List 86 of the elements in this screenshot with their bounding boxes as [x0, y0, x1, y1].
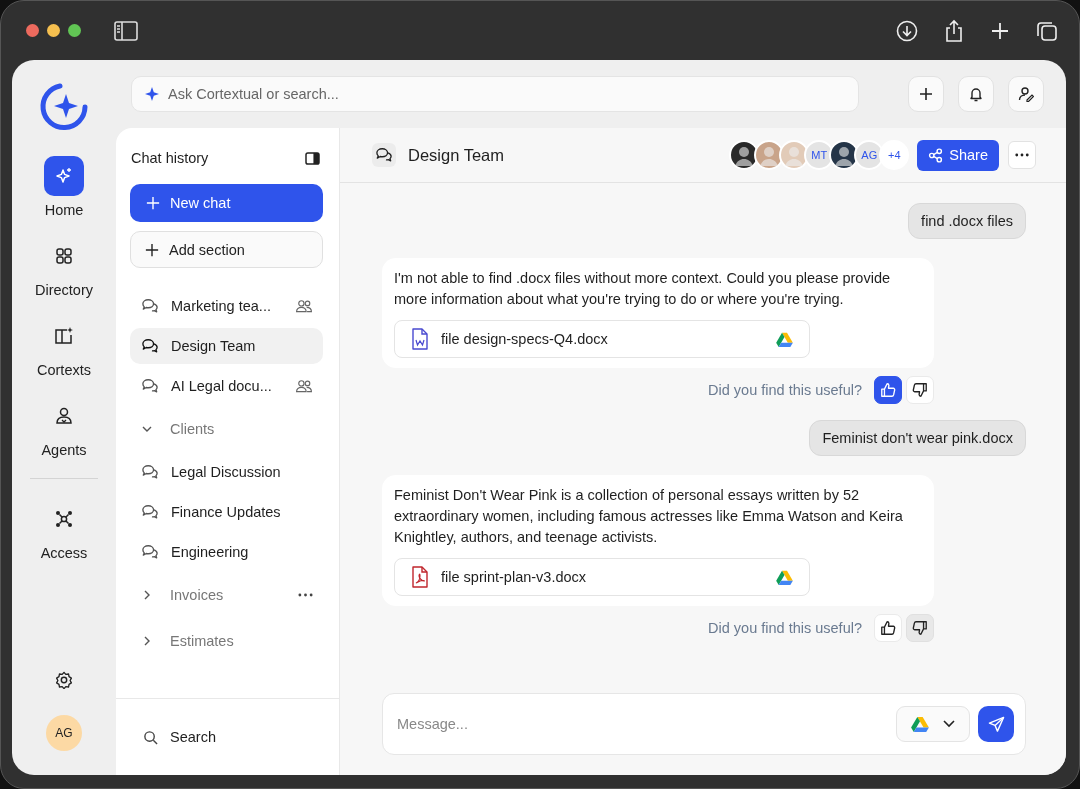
user-message: find .docx files — [908, 203, 1026, 239]
share-icon — [928, 147, 944, 163]
chat-bubbles-icon — [141, 338, 159, 354]
nav-item[interactable]: Access — [40, 499, 88, 561]
close-window-button[interactable] — [26, 24, 39, 37]
plus-icon — [918, 86, 934, 102]
collapse-panel-icon[interactable] — [305, 151, 320, 165]
chat-item[interactable]: Legal Discussion — [130, 454, 323, 490]
panel-title: Chat history — [131, 150, 209, 166]
chevron-down-icon — [943, 720, 955, 728]
chat-bubbles-icon — [141, 378, 159, 394]
chat-bubbles-icon — [141, 298, 159, 314]
assistant-message: Feminist Don't Wear Pink is a collection of personal essays written by 52 extraordinary women, including famous actresses like Emma Watson and Keira Knightley, authors, and teenage activists. — [394, 486, 904, 547]
conversation-title: Design Team — [408, 145, 504, 165]
network-icon — [54, 509, 74, 529]
people-icon — [295, 379, 313, 393]
more-button[interactable] — [1008, 141, 1036, 169]
drive-icon — [776, 569, 793, 585]
assistant-message: I'm not able to find .docx files without more context. Could you please provide more information about what you're trying to do or where you're trying. — [394, 269, 892, 309]
search-icon — [143, 729, 158, 745]
add-button[interactable] — [908, 76, 944, 112]
thumbs-down-button[interactable] — [906, 376, 934, 404]
person-icon — [54, 406, 74, 426]
feedback-prompt: Did you find this useful? — [708, 620, 862, 636]
share-button[interactable]: Share — [917, 139, 999, 171]
tabs-overview-icon[interactable] — [1036, 19, 1058, 42]
nav-item[interactable]: Directory — [35, 236, 93, 298]
source-dropdown[interactable] — [896, 706, 970, 742]
thumbs-down-icon — [912, 620, 928, 636]
file-attachment[interactable]: file design-specs-Q4.docx — [394, 320, 810, 358]
bell-icon — [968, 86, 984, 102]
person-icon — [1018, 86, 1034, 102]
thumbs-up-icon — [880, 620, 896, 636]
logo-icon — [39, 82, 89, 132]
word-document-icon — [411, 328, 429, 350]
profile-button[interactable] — [1008, 76, 1044, 112]
sidebar-toggle-icon[interactable] — [114, 20, 138, 41]
book-icon — [54, 326, 74, 346]
section-header[interactable]: Invoices — [130, 574, 323, 616]
more-participants-count[interactable]: +4 — [879, 140, 910, 170]
nav-item[interactable]: Cortexts — [37, 316, 91, 378]
sparkle-icon — [144, 86, 160, 102]
people-icon — [295, 299, 313, 313]
add-section-button[interactable]: Add section — [130, 231, 323, 268]
new-chat-button[interactable]: New chat — [130, 184, 323, 222]
chat-item[interactable]: Design Team — [130, 328, 323, 364]
chat-bubbles-icon — [141, 544, 159, 560]
thumbs-up-button[interactable] — [874, 376, 902, 404]
more-icon — [1015, 153, 1029, 157]
section-header[interactable]: Clients — [130, 408, 323, 450]
search-field[interactable]: Ask Cortextual or search... — [131, 76, 859, 112]
drive-icon — [911, 716, 929, 732]
message-field[interactable]: Message... — [395, 715, 888, 733]
nav-item[interactable]: Agents — [41, 396, 87, 458]
thumbs-down-icon — [912, 382, 928, 398]
send-icon — [987, 715, 1005, 733]
chat-bubbles-icon — [375, 147, 393, 163]
sparkle-icon — [54, 166, 74, 186]
user-message: Feminist don't wear pink.docx — [809, 420, 1026, 456]
more-icon[interactable] — [298, 593, 313, 597]
new-tab-icon[interactable] — [990, 20, 1010, 41]
user-avatar[interactable]: AG — [46, 715, 82, 751]
chat-item[interactable]: Finance Updates — [130, 494, 323, 530]
download-icon[interactable] — [896, 19, 918, 42]
grid-icon — [55, 247, 73, 265]
chat-item[interactable]: AI Legal docu... — [130, 368, 323, 404]
thumbs-down-button[interactable] — [906, 614, 934, 642]
thumbs-up-icon — [880, 382, 896, 398]
section-header[interactable]: Estimates — [130, 620, 323, 662]
plus-icon — [145, 242, 159, 257]
notifications-button[interactable] — [958, 76, 994, 112]
send-button[interactable] — [978, 706, 1014, 742]
settings-icon[interactable] — [55, 671, 73, 689]
maximize-window-button[interactable] — [68, 24, 81, 37]
drive-icon — [776, 331, 793, 347]
chat-item[interactable]: Marketing tea... — [130, 288, 323, 324]
feedback-prompt: Did you find this useful? — [708, 382, 862, 398]
chat-bubbles-icon — [141, 504, 159, 520]
plus-icon — [146, 196, 160, 210]
chat-bubbles-icon — [141, 464, 159, 480]
search-button[interactable]: Search — [116, 698, 339, 775]
minimize-window-button[interactable] — [47, 24, 60, 37]
pdf-document-icon — [411, 566, 429, 588]
share-icon[interactable] — [944, 18, 964, 43]
file-attachment[interactable]: file sprint-plan-v3.docx — [394, 558, 810, 596]
chat-item[interactable]: Engineering — [130, 534, 323, 570]
